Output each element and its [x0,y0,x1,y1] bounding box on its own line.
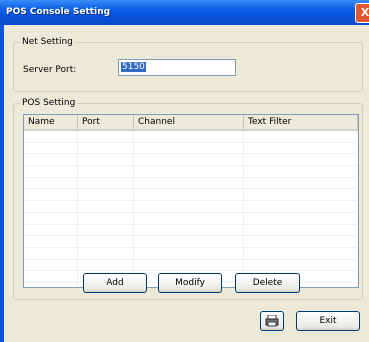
list-cell [134,224,244,236]
list-cell [134,154,244,166]
pos-setting-title: POS Setting [22,98,76,108]
list-cell [24,271,78,282]
list-cell [244,259,358,271]
list-cell [244,224,358,236]
list-row[interactable] [24,142,358,155]
list-cell [78,247,134,259]
list-body [24,131,358,287]
list-cell [244,131,358,142]
close-icon: X [360,6,369,19]
column-header-port[interactable]: Port [78,115,134,129]
list-cell [24,247,78,259]
server-port-label: Server Port: [23,65,77,75]
list-cell [24,189,78,201]
list-header: Name Port Channel Text Filter [24,115,358,131]
list-cell [78,259,134,271]
list-cell [24,166,78,177]
list-row[interactable] [24,247,358,260]
list-cell [134,247,244,259]
list-cell [78,224,134,236]
list-cell [24,142,78,154]
list-cell [244,177,358,189]
list-row[interactable] [24,177,358,190]
list-cell [24,224,78,236]
list-cell [134,166,244,177]
list-cell [244,201,358,212]
list-cell [78,236,134,247]
printer-icon [265,314,279,327]
net-setting-title: Net Setting [22,37,73,47]
list-cell [78,201,134,212]
print-button[interactable] [260,311,284,331]
modify-button[interactable]: Modify [158,273,222,293]
window-title: POS Console Setting [6,7,111,17]
list-cell [244,247,358,259]
list-cell [24,236,78,247]
list-row[interactable] [24,189,358,202]
list-cell [244,189,358,201]
list-cell [24,177,78,189]
list-cell [134,131,244,142]
list-cell [78,166,134,177]
list-row[interactable] [24,259,358,272]
list-cell [78,189,134,201]
list-row[interactable] [24,166,358,178]
list-cell [244,154,358,166]
list-cell [244,166,358,177]
list-cell [134,236,244,247]
list-cell [78,142,134,154]
list-row[interactable] [24,154,358,167]
list-cell [78,177,134,189]
column-header-text-filter[interactable]: Text Filter [244,115,358,129]
server-port-input[interactable]: 5150 [118,59,236,76]
list-cell [24,131,78,142]
list-cell [134,177,244,189]
list-cell [24,201,78,212]
list-cell [24,154,78,166]
list-cell [24,259,78,271]
list-row[interactable] [24,224,358,237]
title-bar[interactable]: POS Console Setting X [0,0,369,25]
list-row[interactable] [24,212,358,225]
list-cell [78,212,134,224]
list-cell [244,236,358,247]
list-row[interactable] [24,201,358,213]
list-cell [244,212,358,224]
list-row[interactable] [24,236,358,248]
list-row[interactable] [24,131,358,143]
list-cell [134,201,244,212]
exit-button[interactable]: Exit [296,311,360,331]
list-cell [134,212,244,224]
list-cell [134,259,244,271]
delete-button[interactable]: Delete [235,273,300,293]
list-cell [78,154,134,166]
dialog-body: Net Setting Server Port: 5150 POS Settin… [4,25,369,342]
server-port-value: 5150 [121,62,146,72]
column-header-channel[interactable]: Channel [134,115,244,129]
column-header-name[interactable]: Name [24,115,78,129]
add-button[interactable]: Add [83,273,147,293]
pos-console-setting-window: POS Console Setting X Net Setting Server… [0,0,369,342]
list-cell [78,131,134,142]
list-cell [134,142,244,154]
close-button[interactable]: X [355,3,369,23]
list-cell [24,282,78,287]
list-cell [244,142,358,154]
pos-device-list[interactable]: Name Port Channel Text Filter [23,114,359,288]
list-cell [134,189,244,201]
list-cell [24,212,78,224]
